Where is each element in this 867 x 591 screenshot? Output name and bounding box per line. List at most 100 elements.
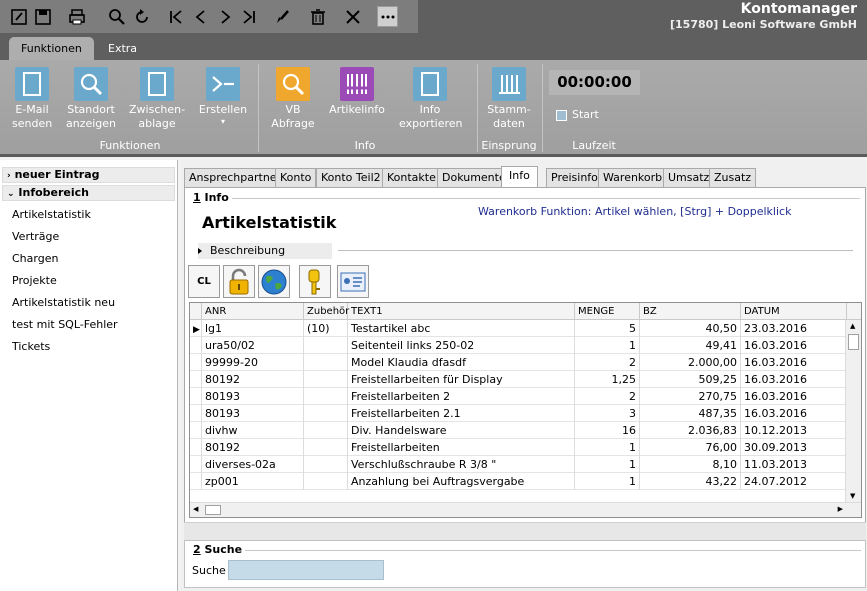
tab-dokumente[interactable]: Dokumente — [437, 168, 511, 187]
tab-konto[interactable]: Konto — [275, 168, 317, 187]
clipboard-label: Zwischen- ablage — [129, 103, 186, 130]
column-header-zubehoer[interactable]: Zubehör — [304, 303, 349, 320]
cell-datum: 30.09.2013 — [741, 439, 847, 456]
chevron-right-icon: › — [7, 171, 11, 181]
vb-query-button[interactable]: VB Abfrage — [271, 67, 315, 131]
prev-record-icon[interactable] — [190, 6, 211, 27]
export-info-button[interactable]: Info exportieren — [399, 67, 463, 131]
column-header-anr[interactable]: ANR — [202, 303, 304, 320]
tab-extra[interactable]: Extra — [96, 37, 149, 60]
refresh-icon[interactable] — [131, 6, 152, 27]
cell-datum: 11.03.2013 — [741, 456, 847, 473]
article-statistics-grid: ANR Zubehör TEXT1 MENGE BZ DATUM ▶ lg1 (10… — [189, 302, 862, 518]
tab-konto-teil2[interactable]: Konto Teil2 — [316, 168, 386, 187]
column-header-datum[interactable]: DATUM — [741, 303, 847, 320]
cell-zubehoer — [304, 405, 348, 422]
cell-bz: 40,50 — [640, 320, 741, 337]
tab-zusatz[interactable]: Zusatz — [709, 168, 757, 187]
more-icon[interactable] — [377, 6, 398, 27]
cell-anr: 80192 — [202, 439, 304, 456]
search-input[interactable] — [228, 560, 384, 580]
scroll-thumb-horizontal[interactable] — [205, 505, 221, 515]
save-icon[interactable] — [32, 6, 53, 27]
panel-splitter[interactable] — [184, 522, 866, 540]
sidebar-item-vertraege[interactable]: Verträge — [12, 230, 59, 243]
sidebar-item-artikelstatistik-neu[interactable]: Artikelstatistik neu — [12, 296, 115, 309]
sidebar-item-projekte[interactable]: Projekte — [12, 274, 57, 287]
table-row[interactable]: 80193 Freistellarbeiten 2.1 3 487,35 16.03.2… — [190, 405, 847, 422]
group-label-info: Info — [354, 139, 376, 152]
cell-text1: Model Klaudia dfasdf — [348, 354, 575, 371]
row-indicator — [190, 354, 202, 371]
cell-zubehoer — [304, 388, 348, 405]
contact-card-button[interactable] — [337, 265, 369, 298]
column-header-bz[interactable]: BZ — [640, 303, 741, 320]
table-row[interactable]: 99999-20 Model Klaudia dfasdf 2 2.000,00 16.… — [190, 354, 847, 371]
cell-bz: 76,00 — [640, 439, 741, 456]
unlock-button[interactable] — [223, 265, 255, 298]
tab-preisinfo[interactable]: Preisinfo — [546, 168, 603, 187]
edit-icon[interactable] — [8, 6, 29, 27]
first-record-icon[interactable] — [165, 6, 186, 27]
create-button[interactable]: Erstellen ▾ — [198, 67, 248, 127]
cell-bz: 49,41 — [640, 337, 741, 354]
master-data-button[interactable]: Stamm- daten — [484, 67, 534, 131]
table-row[interactable]: divhw Div. Handelsware 16 2.036,83 10.12.201… — [190, 422, 847, 439]
delete-icon[interactable] — [307, 6, 328, 27]
vertical-scrollbar[interactable]: ▲ ▼ — [845, 320, 861, 502]
email-send-button[interactable]: E-Mail senden — [12, 67, 52, 131]
tab-info[interactable]: Info — [501, 166, 538, 188]
table-row[interactable]: diverses-02a Verschlußschraube R 3/8 " 1 8,… — [190, 456, 847, 473]
next-record-icon[interactable] — [214, 6, 235, 27]
tab-kontakte[interactable]: Kontakte — [382, 168, 441, 187]
globe-button[interactable] — [258, 265, 290, 298]
print-icon[interactable] — [66, 6, 87, 27]
table-row[interactable]: 80192 Freistellarbeiten für Display 1,25 50… — [190, 371, 847, 388]
horizontal-scrollbar[interactable]: ◀ ▶ — [190, 502, 861, 517]
cell-menge: 1 — [575, 337, 640, 354]
last-record-icon[interactable] — [238, 6, 259, 27]
tab-umsatz[interactable]: Umsatz — [663, 168, 715, 187]
cell-text1: Verschlußschraube R 3/8 " — [348, 456, 575, 473]
brush-icon[interactable] — [272, 6, 293, 27]
table-row[interactable]: zp001 Anzahlung bei Auftragsvergabe 1 43,22… — [190, 473, 847, 490]
scroll-thumb[interactable] — [848, 334, 859, 350]
sidebar-item-tickets[interactable]: Tickets — [12, 340, 50, 353]
export-info-label: Info exportieren — [399, 103, 463, 130]
tab-ansprechpartner[interactable]: Ansprechpartner — [184, 168, 287, 187]
column-header-menge[interactable]: MENGE — [575, 303, 640, 320]
description-expander[interactable]: Beschreibung — [198, 243, 332, 259]
show-location-button[interactable]: Standort anzeigen — [66, 67, 116, 131]
key-button[interactable] — [299, 265, 331, 298]
scroll-right-icon[interactable]: ▶ — [838, 505, 843, 513]
table-row[interactable]: ura50/02 Seitenteil links 250-02 1 49,41 16.… — [190, 337, 847, 354]
clipboard-button[interactable]: Zwischen- ablage — [129, 67, 185, 131]
start-checkbox[interactable] — [556, 110, 567, 121]
column-header-text1[interactable]: TEXT1 — [348, 303, 575, 320]
table-row[interactable]: 80193 Freistellarbeiten 2 2 270,75 16.03.201… — [190, 388, 847, 405]
app-title-block: Kontomanager [15780] Leoni Software GmbH — [670, 1, 857, 32]
close-icon[interactable] — [342, 6, 363, 27]
cl-button[interactable]: CL — [188, 265, 220, 298]
scroll-down-icon[interactable]: ▼ — [850, 492, 855, 500]
sidebar-item-test-sql[interactable]: test mit SQL-Fehler — [12, 318, 118, 331]
scroll-up-icon[interactable]: ▲ — [850, 322, 855, 330]
info-area-header[interactable]: ⌄ Infobereich — [2, 185, 175, 201]
info-section-title: 1 Info — [193, 191, 229, 204]
search-panel: 2 Suche Suche — [184, 540, 866, 588]
start-label[interactable]: Start — [572, 108, 599, 121]
tab-warenkorb[interactable]: Warenkorb — [598, 168, 668, 187]
table-row[interactable]: ▶ lg1 (10) Testartikel abc 5 40,50 23.03.2016 — [190, 320, 847, 337]
cell-text1: Testartikel abc — [348, 320, 575, 337]
article-info-button[interactable]: Artikelinfo — [328, 67, 386, 117]
description-divider — [338, 250, 853, 251]
new-entry-header[interactable]: › neuer Eintrag — [2, 167, 175, 183]
table-row[interactable]: 80192 Freistellarbeiten 1 76,00 30.09.2013 — [190, 439, 847, 456]
cell-text1: Anzahlung bei Auftragsvergabe — [348, 473, 575, 490]
sidebar-item-artikelstatistik[interactable]: Artikelstatistik — [12, 208, 91, 221]
search-icon[interactable] — [106, 6, 127, 27]
sidebar-item-chargen[interactable]: Chargen — [12, 252, 58, 265]
contact-card-icon — [340, 272, 366, 291]
scroll-left-icon[interactable]: ◀ — [193, 505, 198, 513]
tab-funktionen[interactable]: Funktionen — [9, 37, 94, 60]
